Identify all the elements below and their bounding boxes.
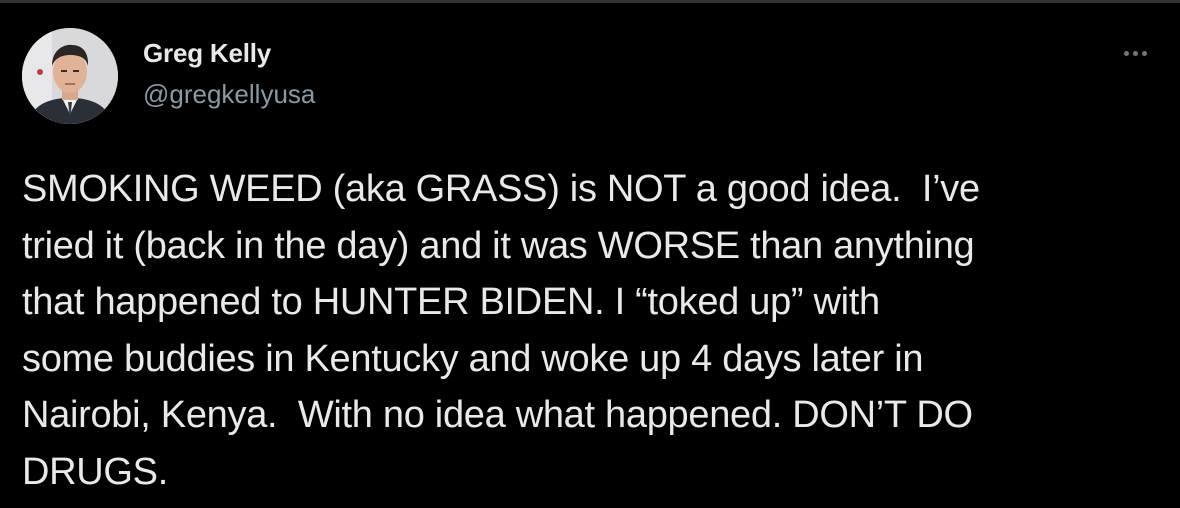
more-horizontal-icon-dot — [1132, 50, 1138, 56]
author-avatar[interactable] — [22, 28, 118, 124]
more-options-button[interactable] — [1112, 38, 1158, 68]
tweet-text: SMOKING WEED (aka GRASS) is NOT a good i… — [22, 168, 980, 493]
author-handle[interactable]: @gregkellyusa — [143, 79, 315, 110]
more-horizontal-icon — [1123, 50, 1129, 56]
more-horizontal-icon-dot — [1141, 50, 1147, 56]
tweet-card: Greg Kelly @gregkellyusa SMOKING WEED (a… — [0, 0, 1180, 508]
author-name[interactable]: Greg Kelly — [143, 38, 271, 69]
avatar-image — [22, 28, 118, 124]
